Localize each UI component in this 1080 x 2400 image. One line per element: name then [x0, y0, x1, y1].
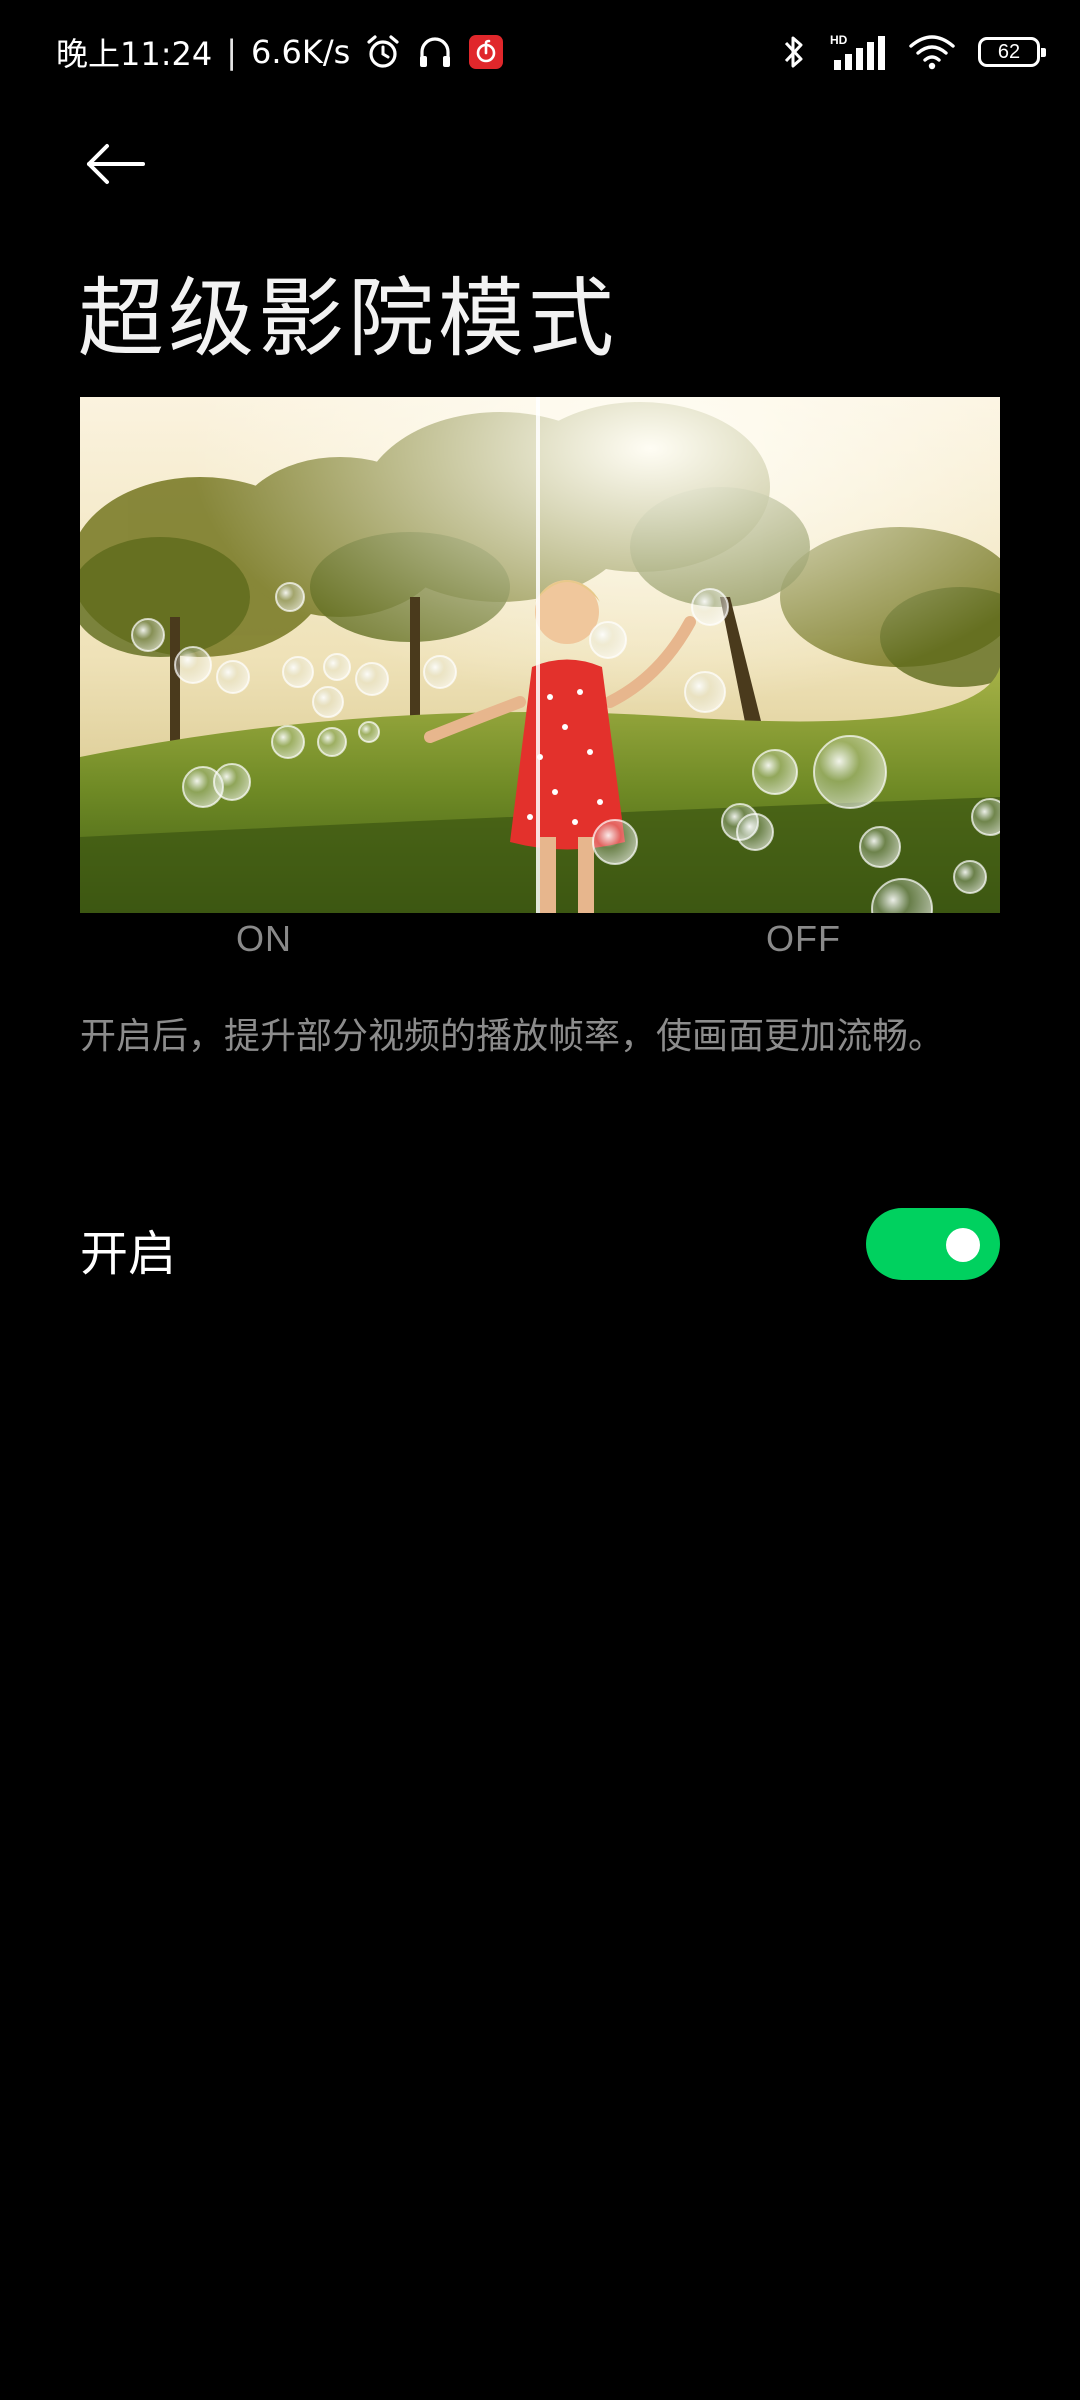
comparison-divider: [536, 397, 540, 913]
status-separator: |: [226, 33, 238, 71]
netease-music-icon: [468, 34, 504, 70]
battery-icon: 62: [978, 37, 1046, 67]
enable-toggle-switch[interactable]: [866, 1208, 1000, 1280]
enable-setting-label: 开启: [80, 1226, 177, 1282]
status-bar: 晚上11:24 | 6.6K/s HD 62: [0, 0, 1080, 104]
back-arrow-icon: [87, 144, 145, 184]
comparison-image: [80, 397, 1000, 913]
back-button[interactable]: [76, 124, 156, 204]
hd-label: HD: [830, 33, 848, 47]
page-title: 超级影院模式: [78, 269, 618, 369]
alarm-icon: [364, 33, 402, 71]
battery-level: 62: [997, 40, 1021, 63]
status-net-speed: 6.6K/s: [251, 33, 351, 71]
status-bar-left: 晚上11:24 | 6.6K/s: [56, 28, 504, 76]
toggle-knob: [946, 1228, 980, 1262]
status-time: 晚上11:24: [56, 35, 213, 73]
description-text: 开启后，提升部分视频的播放帧率，使画面更加流畅。: [80, 1016, 945, 1057]
off-label: OFF: [766, 918, 841, 959]
status-bar-right: HD 62: [780, 28, 1046, 76]
on-label: ON: [236, 918, 292, 959]
bluetooth-icon: [780, 32, 808, 72]
headphones-icon: [416, 33, 454, 71]
enable-setting-row[interactable]: 开启: [80, 1200, 1000, 1290]
wifi-icon: [908, 32, 956, 72]
girl-with-bubbles-image: [80, 397, 1000, 913]
hd-signal-icon: HD: [830, 32, 886, 72]
